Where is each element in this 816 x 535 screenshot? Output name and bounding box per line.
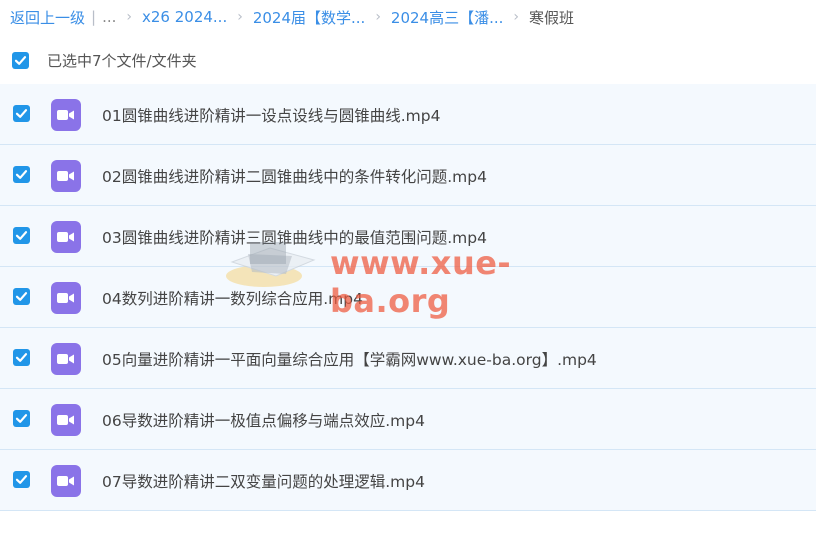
- checkmark-icon: [15, 170, 28, 179]
- back-link[interactable]: 返回上一级: [10, 7, 85, 28]
- breadcrumb: 返回上一级 | ... › x26 2024... › 2024届【数学... …: [10, 5, 574, 29]
- file-row[interactable]: 03圆锥曲线进阶精讲三圆锥曲线中的最值范围问题.mp4: [0, 206, 816, 267]
- checkmark-icon: [15, 353, 28, 362]
- file-list: 01圆锥曲线进阶精讲一设点设线与圆锥曲线.mp4 02圆锥曲线进阶精讲二圆锥曲线…: [0, 84, 816, 511]
- checkmark-icon: [14, 55, 27, 65]
- file-row[interactable]: 01圆锥曲线进阶精讲一设点设线与圆锥曲线.mp4: [0, 84, 816, 145]
- video-icon: [51, 221, 81, 253]
- video-icon: [51, 160, 81, 192]
- file-name[interactable]: 07导数进阶精讲二双变量问题的处理逻辑.mp4: [102, 470, 425, 492]
- selection-summary: 已选中7个文件/文件夹: [47, 51, 197, 70]
- file-name[interactable]: 02圆锥曲线进阶精讲二圆锥曲线中的条件转化问题.mp4: [102, 165, 487, 187]
- video-icon: [51, 404, 81, 436]
- video-icon: [51, 99, 81, 131]
- breadcrumb-item-2[interactable]: 2024届【数学...: [253, 7, 365, 28]
- file-checkbox[interactable]: [13, 288, 30, 305]
- file-name[interactable]: 06导数进阶精讲一极值点偏移与端点效应.mp4: [102, 409, 425, 431]
- checkmark-icon: [15, 475, 28, 484]
- file-name[interactable]: 03圆锥曲线进阶精讲三圆锥曲线中的最值范围问题.mp4: [102, 226, 487, 248]
- video-icon: [51, 282, 81, 314]
- breadcrumb-current: 寒假班: [529, 8, 575, 27]
- video-icon: [51, 343, 81, 375]
- file-checkbox[interactable]: [13, 471, 30, 488]
- checkmark-icon: [15, 414, 28, 423]
- file-row[interactable]: 06导数进阶精讲一极值点偏移与端点效应.mp4: [0, 389, 816, 450]
- file-name[interactable]: 04数列进阶精讲一数列综合应用.mp4: [102, 287, 363, 309]
- checkmark-icon: [15, 109, 28, 118]
- video-icon: [51, 465, 81, 497]
- breadcrumb-item-1[interactable]: x26 2024...: [142, 8, 227, 26]
- chevron-right-icon: ›: [513, 9, 520, 25]
- file-name[interactable]: 01圆锥曲线进阶精讲一设点设线与圆锥曲线.mp4: [102, 104, 440, 126]
- select-all-bar: 已选中7个文件/文件夹: [12, 47, 197, 73]
- chevron-right-icon: ›: [126, 9, 132, 25]
- checkmark-icon: [15, 292, 28, 301]
- file-checkbox[interactable]: [13, 227, 30, 244]
- select-all-checkbox[interactable]: [12, 51, 29, 69]
- file-checkbox[interactable]: [13, 410, 30, 427]
- file-checkbox[interactable]: [13, 166, 30, 183]
- breadcrumb-item-3[interactable]: 2024高三【潘...: [391, 7, 503, 28]
- file-checkbox[interactable]: [13, 105, 30, 122]
- chevron-right-icon: ›: [237, 9, 243, 25]
- file-checkbox[interactable]: [13, 349, 30, 366]
- breadcrumb-divider: |: [91, 8, 97, 26]
- checkmark-icon: [15, 231, 28, 240]
- file-row[interactable]: 05向量进阶精讲一平面向量综合应用【学霸网www.xue-ba.org】.mp4: [0, 328, 816, 389]
- file-row[interactable]: 07导数进阶精讲二双变量问题的处理逻辑.mp4: [0, 450, 816, 511]
- file-row[interactable]: 04数列进阶精讲一数列综合应用.mp4: [0, 267, 816, 328]
- breadcrumb-ellipsis[interactable]: ...: [102, 8, 116, 26]
- file-row[interactable]: 02圆锥曲线进阶精讲二圆锥曲线中的条件转化问题.mp4: [0, 145, 816, 206]
- chevron-right-icon: ›: [375, 9, 381, 25]
- file-name[interactable]: 05向量进阶精讲一平面向量综合应用【学霸网www.xue-ba.org】.mp4: [102, 348, 597, 370]
